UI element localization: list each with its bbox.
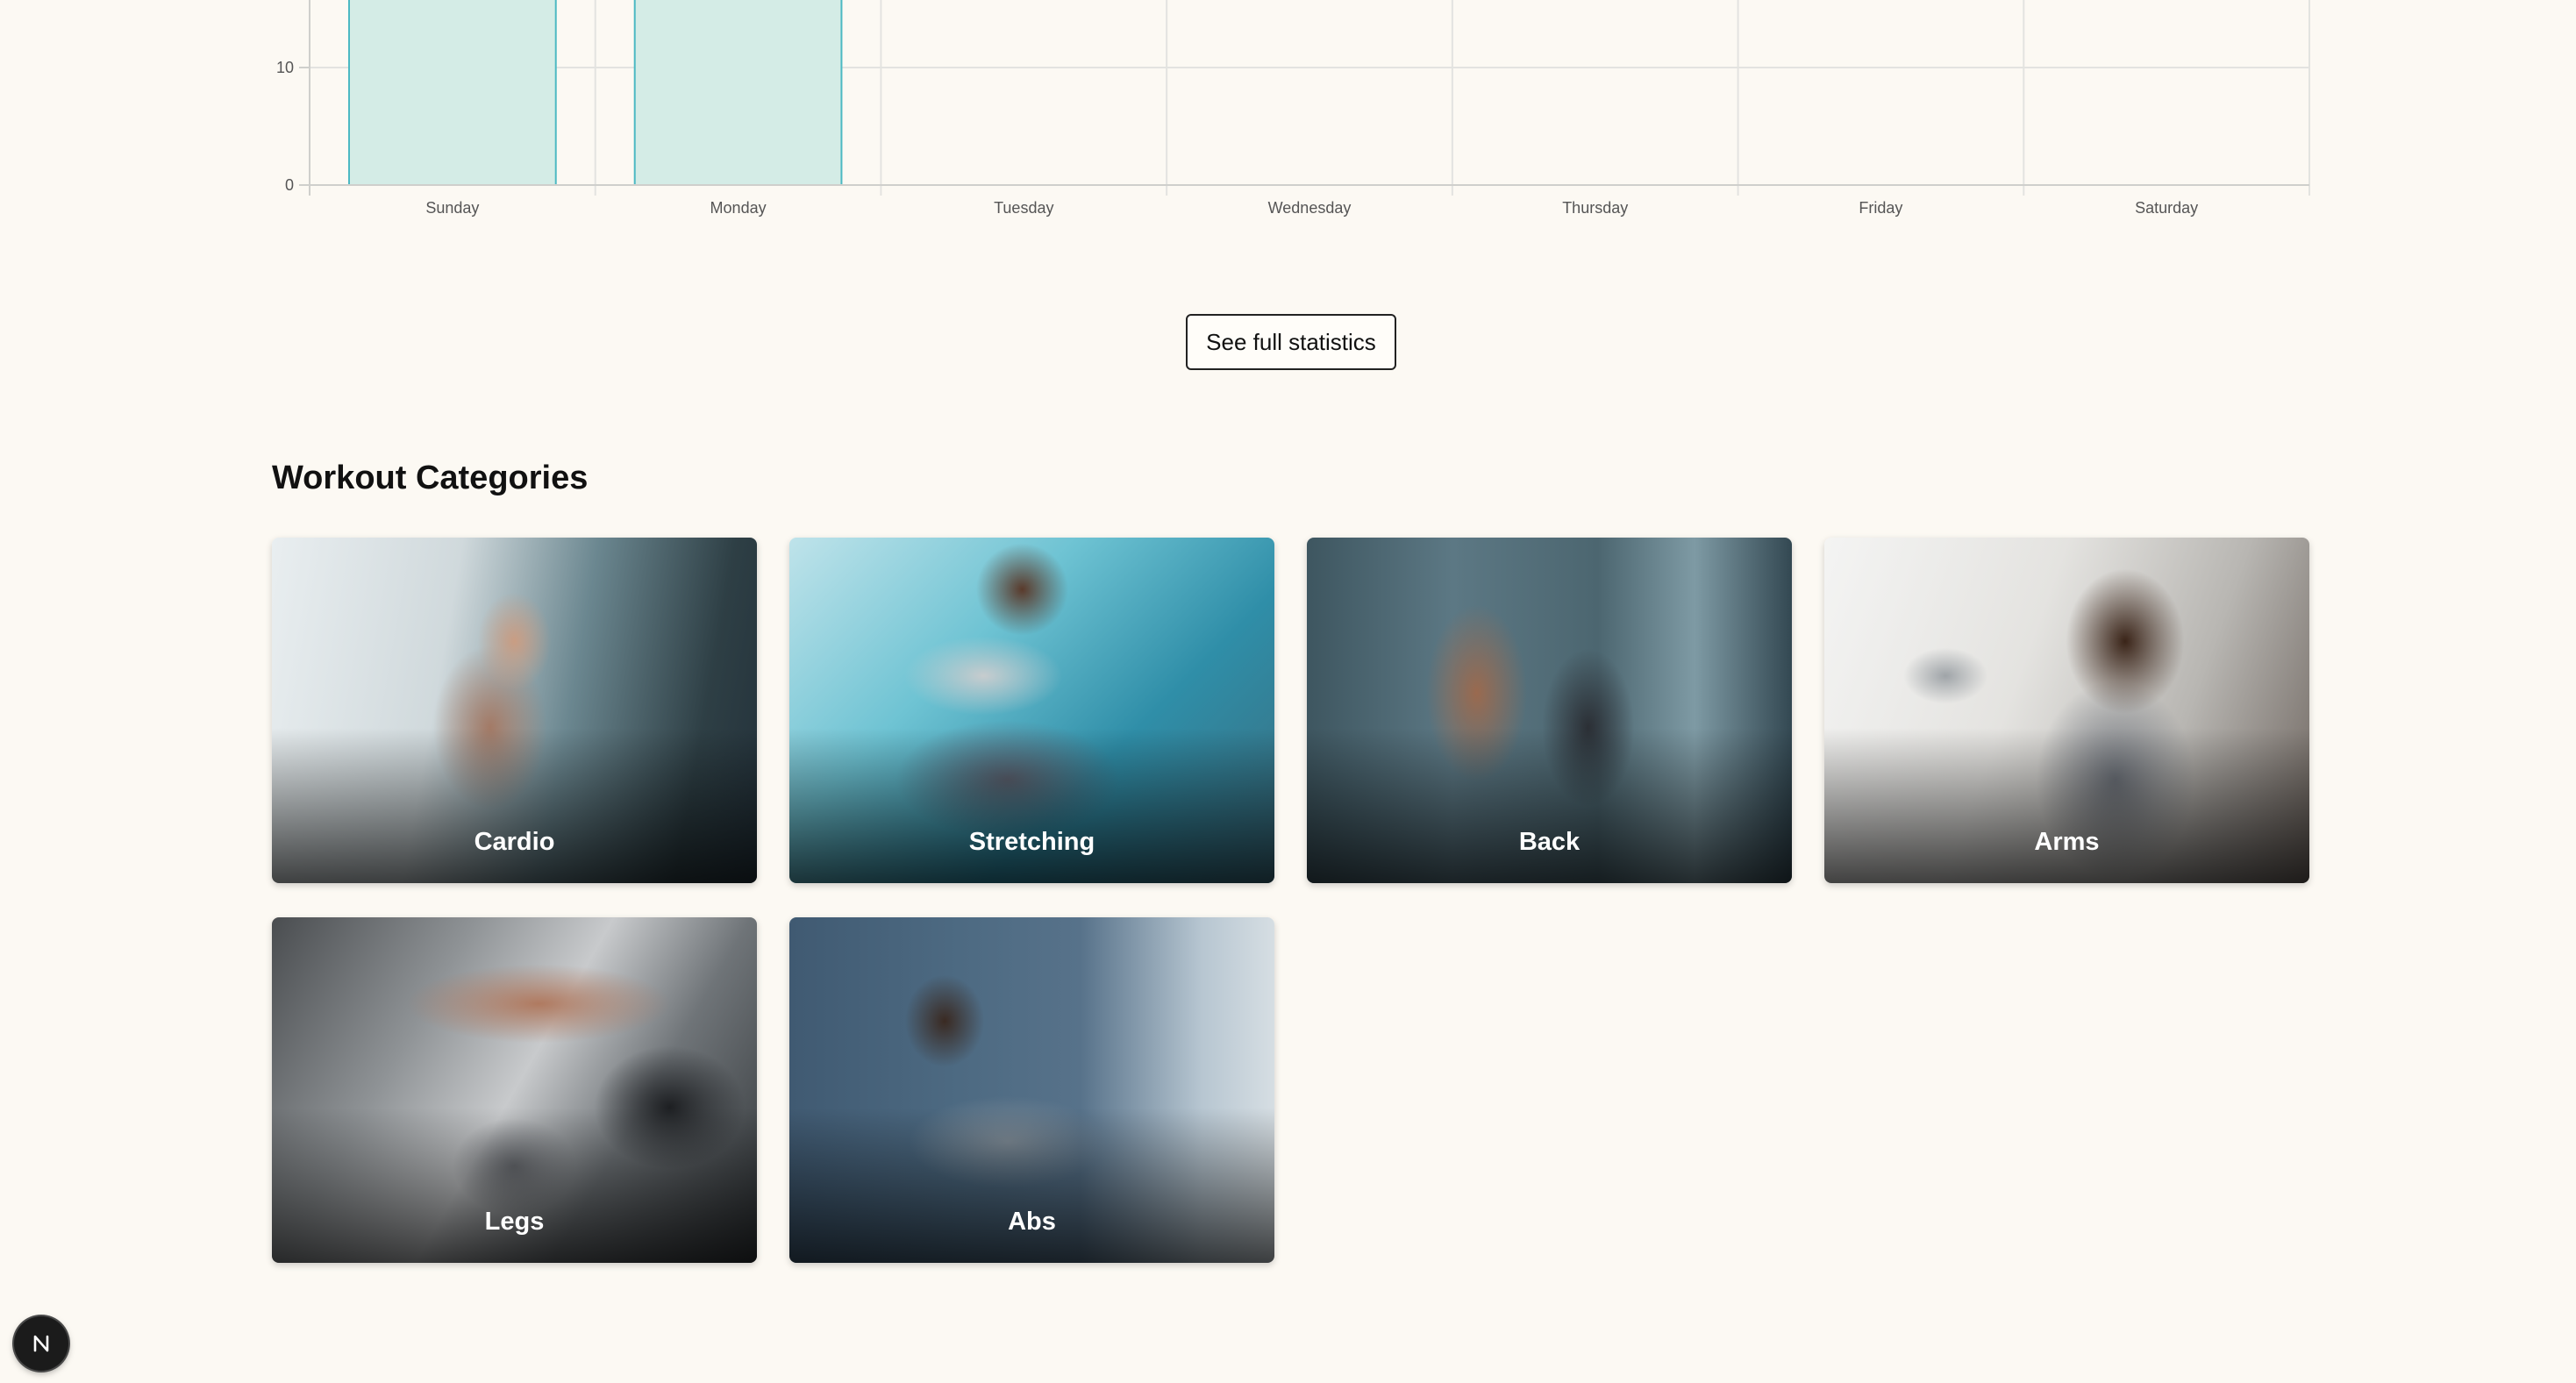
chart-x-tick-label: Monday xyxy=(710,199,767,217)
category-card-label: Cardio xyxy=(474,828,555,856)
chart-labels: 0 10 Sunday Monday Tuesday Wednesday Thursday F… xyxy=(276,59,2198,217)
category-card-legs[interactable]: Legs xyxy=(272,917,757,1263)
category-card-arms[interactable]: Arms xyxy=(1824,538,2309,883)
chart-gridlines xyxy=(309,0,2310,196)
chart-y-tick-label: 0 xyxy=(285,176,294,194)
category-card-cardio[interactable]: Cardio xyxy=(272,538,757,883)
chart-x-tick-label: Saturday xyxy=(2135,199,2198,217)
see-full-statistics-button[interactable]: See full statistics xyxy=(1186,314,1396,370)
nextjs-logo-icon[interactable] xyxy=(14,1316,68,1371)
chart-x-tick-label: Sunday xyxy=(425,199,479,217)
category-card-label: Arms xyxy=(2034,828,2100,856)
chart-y-tick-label: 10 xyxy=(276,59,294,76)
chart-axes xyxy=(299,67,2309,186)
nextjs-n-glyph xyxy=(33,1335,49,1352)
category-card-label: Legs xyxy=(484,1208,545,1236)
chart-bar-sunday xyxy=(348,0,557,187)
workout-categories-heading: Workout Categories xyxy=(272,460,589,496)
chart-x-tick-label: Thursday xyxy=(1562,199,1628,217)
category-card-abs[interactable]: Abs xyxy=(789,917,1274,1263)
workout-categories-grid: Cardio Stretching Back Arms Legs Abs xyxy=(272,538,2311,1263)
category-card-label: Abs xyxy=(1008,1208,1056,1236)
weekly-workout-chart: 0 10 Sunday Monday Tuesday Wednesday Thursday F… xyxy=(276,0,2310,217)
chart-x-tick-label: Wednesday xyxy=(1268,199,1352,217)
category-card-back[interactable]: Back xyxy=(1307,538,1792,883)
chart-x-tick-label: Tuesday xyxy=(994,199,1053,217)
chart-x-tick-label: Friday xyxy=(1859,199,1902,217)
category-card-stretching[interactable]: Stretching xyxy=(789,538,1274,883)
category-card-label: Back xyxy=(1518,828,1581,856)
category-card-label: Stretching xyxy=(968,828,1095,856)
chart-bar-monday xyxy=(633,0,843,187)
